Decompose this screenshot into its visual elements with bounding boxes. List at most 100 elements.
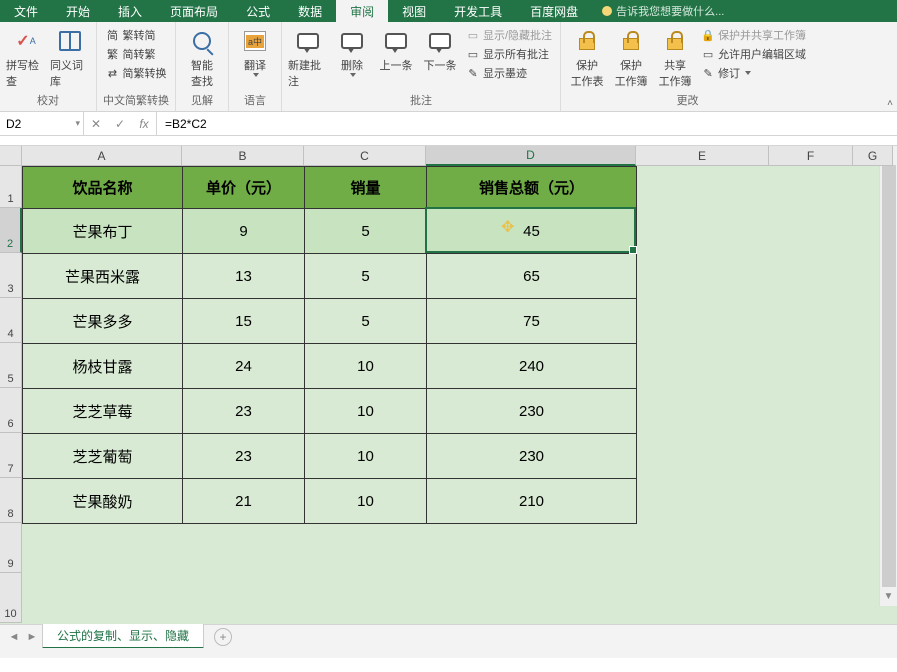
cell[interactable]: 230 — [427, 389, 637, 434]
cell[interactable]: 10 — [305, 389, 427, 434]
menu-tab-视图[interactable]: 视图 — [388, 0, 440, 22]
share-workbook-button[interactable]: 共享工作簿 — [655, 24, 695, 89]
cell[interactable]: 210 — [427, 479, 637, 524]
trad-to-simp-button[interactable]: 繁简转繁 — [104, 45, 169, 63]
cell[interactable]: 5 — [305, 209, 427, 254]
row-header-3[interactable]: 3 — [0, 253, 22, 298]
cell[interactable]: 65 — [427, 254, 637, 299]
prev-comment-button[interactable]: 上一条 — [376, 24, 416, 73]
menu-tab-插入[interactable]: 插入 — [104, 0, 156, 22]
cell[interactable]: 13 — [183, 254, 305, 299]
translate-button[interactable]: a中翻译 — [235, 24, 275, 77]
protect-workbook-button[interactable]: 保护工作簿 — [611, 24, 651, 89]
new-comment-button[interactable]: 新建批注 — [288, 24, 328, 89]
menu-tab-数据[interactable]: 数据 — [284, 0, 336, 22]
col-header-E[interactable]: E — [636, 146, 769, 166]
menu-tab-开发工具[interactable]: 开发工具 — [440, 0, 516, 22]
select-all-corner[interactable] — [0, 146, 22, 166]
cells-area[interactable]: 饮品名称单价（元）销量销售总额（元） 芒果布丁9545 芒果西米露13565 芒果多多… — [22, 166, 897, 624]
cell[interactable]: 9 — [183, 209, 305, 254]
vertical-scrollbar[interactable]: ▲▼ — [879, 146, 897, 606]
cell[interactable]: 75 — [427, 299, 637, 344]
menu-tab-页面布局[interactable]: 页面布局 — [156, 0, 232, 22]
cell[interactable]: 230 — [427, 434, 637, 479]
convert-button[interactable]: ⇄简繁转换 — [104, 64, 169, 82]
cell[interactable]: 芒果多多 — [23, 299, 183, 344]
row-header-6[interactable]: 6 — [0, 388, 22, 433]
row-header-10[interactable]: 10 — [0, 573, 22, 623]
cell[interactable]: 芒果酸奶 — [23, 479, 183, 524]
cell[interactable]: 15 — [183, 299, 305, 344]
cell[interactable]: 5 — [305, 254, 427, 299]
menu-tab-开始[interactable]: 开始 — [52, 0, 104, 22]
table-header[interactable]: 销量 — [305, 167, 427, 209]
add-sheet-button[interactable]: + — [214, 628, 232, 646]
protect-sheet-button[interactable]: 保护工作表 — [567, 24, 607, 89]
cell[interactable]: 芝芝葡萄 — [23, 434, 183, 479]
cell[interactable]: 23 — [183, 434, 305, 479]
tell-me-text: 告诉我您想要做什么... — [616, 3, 724, 19]
col-header-G[interactable]: G — [853, 146, 893, 166]
show-all-comments-button[interactable]: ▭显示所有批注 — [464, 45, 554, 63]
confirm-formula-button[interactable]: ✓ — [108, 117, 132, 131]
row-header-8[interactable]: 8 — [0, 478, 22, 523]
tell-me[interactable]: 告诉我您想要做什么... — [592, 0, 734, 22]
col-header-B[interactable]: B — [182, 146, 304, 166]
show-ink-button[interactable]: ✎显示墨迹 — [464, 64, 554, 82]
cell[interactable]: 10 — [305, 479, 427, 524]
sheet-tab[interactable]: 公式的复制、显示、隐藏 — [42, 623, 204, 649]
cell[interactable]: 5 — [305, 299, 427, 344]
simp-to-trad-button[interactable]: 简繁转简 — [104, 26, 169, 44]
row-header-9[interactable]: 9 — [0, 523, 22, 573]
row-header-2[interactable]: 2 — [0, 208, 22, 253]
col-header-F[interactable]: F — [769, 146, 853, 166]
ribbon-collapse-icon[interactable]: ˄ — [887, 98, 893, 109]
cell[interactable]: 杨枝甘露 — [23, 344, 183, 389]
col-header-A[interactable]: A — [22, 146, 182, 166]
delete-comment-button[interactable]: 删除 — [332, 24, 372, 77]
magnifier-icon — [193, 32, 211, 50]
spellcheck-button[interactable]: ✓A拼写检查 — [6, 24, 46, 89]
sheet-nav-prev[interactable]: ◄ — [6, 631, 22, 643]
cell[interactable]: 10 — [305, 344, 427, 389]
menu-bar: 文件开始插入页面布局公式数据审阅视图开发工具百度网盘 告诉我您想要做什么... — [0, 0, 897, 22]
formula-input[interactable]: =B2*C2 — [157, 112, 897, 135]
menu-tab-公式[interactable]: 公式 — [232, 0, 284, 22]
cell[interactable]: 240 — [427, 344, 637, 389]
cancel-formula-button[interactable]: ✕ — [84, 117, 108, 131]
cell[interactable]: 芒果西米露 — [23, 254, 183, 299]
sheet-nav-next[interactable]: ► — [24, 631, 40, 643]
menu-tab-审阅[interactable]: 审阅 — [336, 0, 388, 22]
chevron-down-icon — [745, 71, 751, 75]
next-comment-button[interactable]: 下一条 — [420, 24, 460, 73]
smart-lookup-button[interactable]: 智能查找 — [182, 24, 222, 89]
cell[interactable]: 芒果布丁 — [23, 209, 183, 254]
row-header-7[interactable]: 7 — [0, 433, 22, 478]
comment-icon — [341, 33, 363, 49]
thesaurus-button[interactable]: 同义词库 — [50, 24, 90, 89]
spreadsheet-grid: ABCDEFG 12345678910 饮品名称单价（元）销量销售总额（元）芒果… — [0, 146, 897, 624]
cell[interactable]: 21 — [183, 479, 305, 524]
table-header[interactable]: 饮品名称 — [23, 167, 183, 209]
cell[interactable]: 10 — [305, 434, 427, 479]
track-changes-button[interactable]: ✎修订 — [699, 64, 808, 82]
menu-tab-文件[interactable]: 文件 — [0, 0, 52, 22]
menu-tab-百度网盘[interactable]: 百度网盘 — [516, 0, 592, 22]
cell[interactable]: 23 — [183, 389, 305, 434]
group-label: 语言 — [244, 92, 266, 108]
row-header-1[interactable]: 1 — [0, 166, 22, 208]
table-header[interactable]: 单价（元） — [183, 167, 305, 209]
col-header-D[interactable]: D — [426, 146, 636, 166]
table-header[interactable]: 销售总额（元） — [427, 167, 637, 209]
cell[interactable]: 24 — [183, 344, 305, 389]
lock-icon — [623, 38, 639, 50]
col-header-C[interactable]: C — [304, 146, 426, 166]
fx-icon[interactable]: fx — [132, 117, 156, 131]
cell[interactable]: 芝芝草莓 — [23, 389, 183, 434]
row-header-5[interactable]: 5 — [0, 343, 22, 388]
chevron-down-icon[interactable]: ▾ — [75, 118, 80, 129]
allow-edit-ranges-button[interactable]: ▭允许用户编辑区域 — [699, 45, 808, 63]
cell[interactable]: 45 — [427, 209, 637, 254]
name-box[interactable]: D2▾ — [0, 112, 84, 135]
row-header-4[interactable]: 4 — [0, 298, 22, 343]
